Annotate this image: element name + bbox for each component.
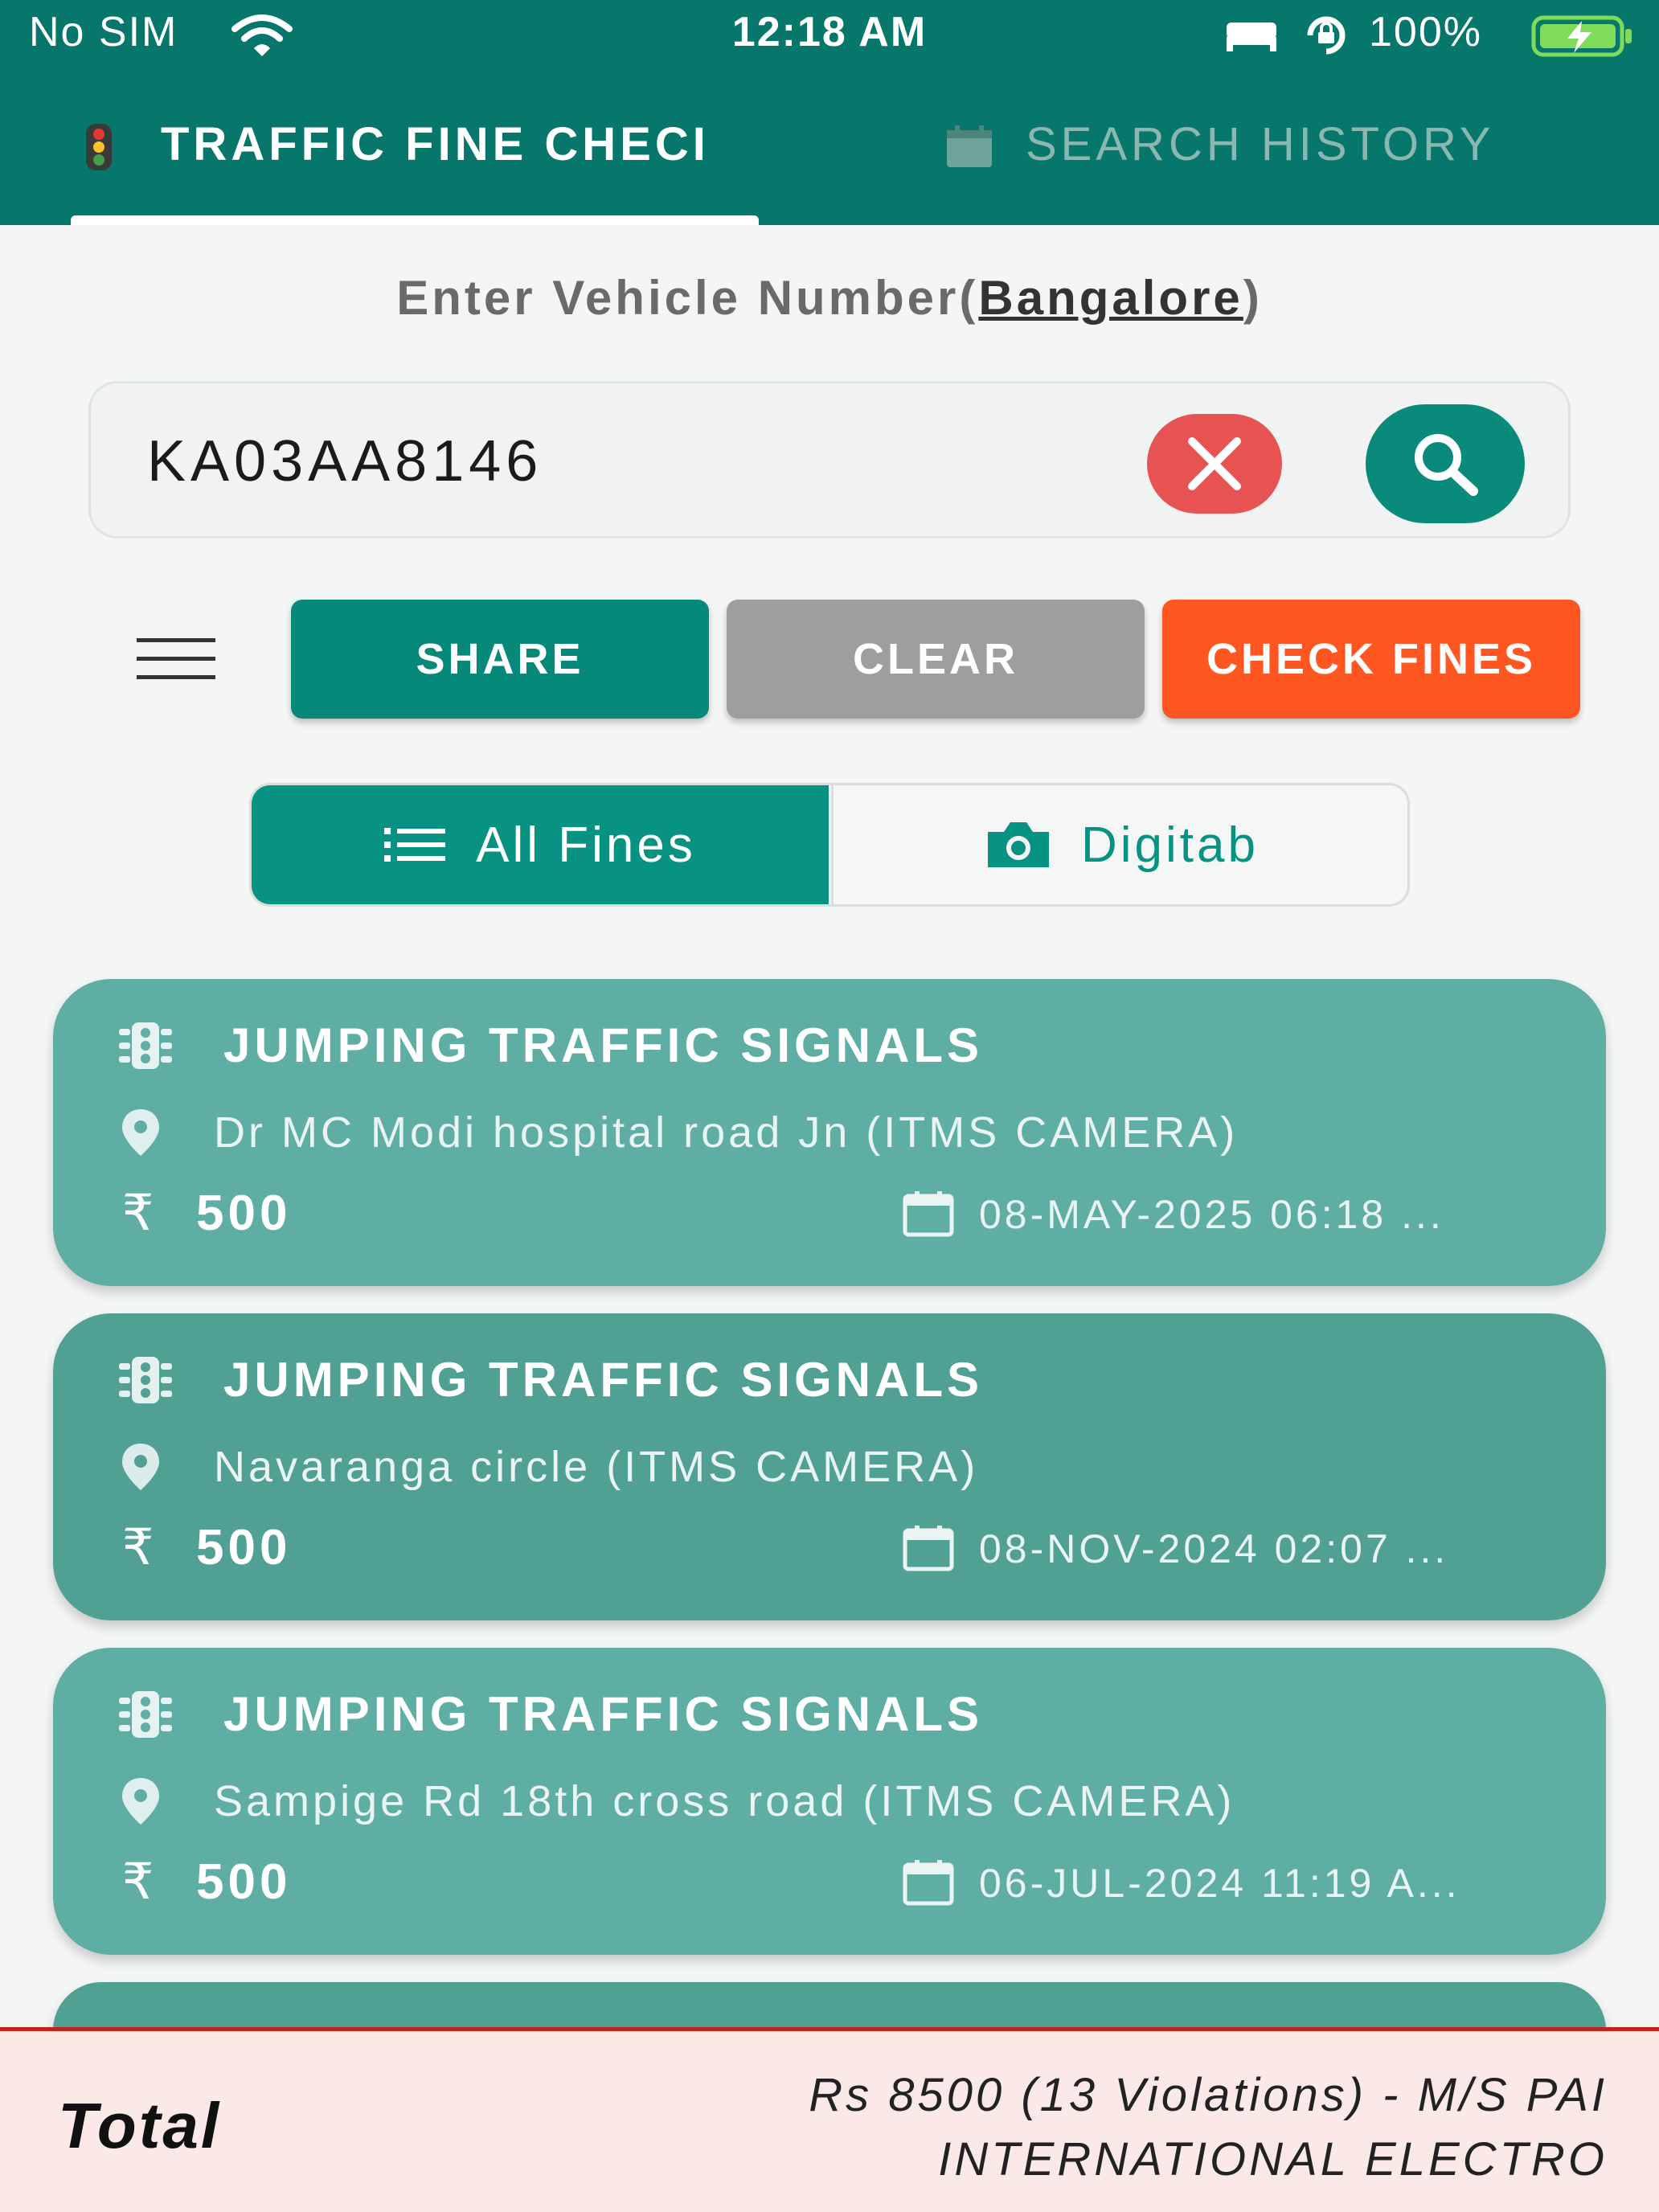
fine-card[interactable]: JUMPING TRAFFIC SIGNALS Dr MC Modi hospi… [53, 979, 1606, 1286]
fine-location: Dr MC Modi hospital road Jn (ITMS CAMERA… [214, 1108, 1239, 1157]
battery-percent: 100% [1369, 9, 1482, 55]
fine-card[interactable]: JUMPING TRAFFIC SIGNALS Sampige Rd 18th … [53, 1648, 1606, 1955]
location-pin-icon [122, 1109, 159, 1156]
fine-title: JUMPING TRAFFIC SIGNALS [223, 1018, 984, 1072]
share-button[interactable]: SHARE [291, 600, 709, 719]
fine-location: Navaranga circle (ITMS CAMERA) [214, 1443, 979, 1491]
fine-date: 08-MAY-2025 06:18 ... [979, 1192, 1444, 1237]
app-header: No SIM 12:18 AM 100% TRAFFIC FINE CHECI … [0, 0, 1659, 225]
fine-location: Sampige Rd 18th cross road (ITMS CAMERA) [214, 1777, 1235, 1825]
fine-title: JUMPING TRAFFIC SIGNALS [223, 1353, 984, 1407]
total-footer: Total Rs 8500 (13 Violations) - M/S PAI … [0, 2027, 1659, 2212]
rotation-lock-icon [1307, 16, 1346, 55]
vehicle-label-suffix: ) [1243, 271, 1263, 325]
close-icon [1188, 437, 1241, 490]
search-icon [1415, 434, 1478, 496]
vehicle-number-input[interactable] [145, 422, 1113, 501]
battery-charging-icon [1531, 15, 1632, 57]
location-pin-icon [122, 1778, 159, 1825]
fine-date: 08-NOV-2024 02:07 ... [979, 1526, 1449, 1571]
traffic-light-icon [119, 1691, 172, 1738]
check-fines-button[interactable]: CHECK FINES [1162, 600, 1580, 719]
calendar-icon [903, 1860, 954, 1906]
history-icon [947, 125, 992, 167]
vehicle-search-box [88, 381, 1571, 539]
search-button[interactable] [1366, 404, 1525, 523]
rupee-icon: ₹ [122, 1520, 154, 1575]
vehicle-label-prefix: Enter Vehicle Number( [396, 271, 979, 325]
fine-amount: 500 [196, 1854, 292, 1910]
segment-all-fines[interactable]: All Fines [252, 785, 829, 904]
traffic-light-icon [86, 124, 112, 170]
traffic-light-icon [119, 1357, 172, 1403]
segment-all-fines-label: All Fines [476, 817, 696, 873]
rupee-icon: ₹ [122, 1854, 154, 1910]
camera-icon [988, 822, 1049, 867]
fine-date: 06-JUL-2024 11:19 A... [979, 1861, 1460, 1906]
total-summary-line1: Rs 8500 (13 Violations) - M/S PAI [809, 2069, 1608, 2121]
list-icon [384, 828, 446, 862]
fine-title: JUMPING TRAFFIC SIGNALS [223, 1687, 984, 1741]
fine-card[interactable]: JUMPING TRAFFIC SIGNALS Navaranga circle… [53, 1313, 1606, 1620]
location-pin-icon [122, 1444, 159, 1490]
total-label: Total [58, 2090, 222, 2161]
tab-traffic-fine-check[interactable]: TRAFFIC FINE CHECI [71, 88, 759, 225]
segment-digitab-label: Digitab [1081, 817, 1259, 873]
fines-filter-segment: All Fines Digitab [249, 783, 1410, 907]
fine-amount: 500 [196, 1520, 292, 1575]
segment-digitab[interactable]: Digitab [831, 785, 1407, 904]
calendar-icon [903, 1191, 954, 1237]
menu-icon[interactable] [135, 635, 219, 683]
city-link[interactable]: Bangalore [978, 271, 1243, 325]
tab-bar: TRAFFIC FINE CHECI SEARCH HISTORY [0, 88, 1659, 225]
bed-icon [1227, 23, 1276, 51]
total-summary: Rs 8500 (13 Violations) - M/S PAI INTERN… [563, 2063, 1608, 2192]
rupee-icon: ₹ [122, 1186, 154, 1241]
vehicle-number-label: Enter Vehicle Number(Bangalore) [0, 270, 1659, 326]
calendar-icon [903, 1526, 954, 1571]
tab-search-history[interactable]: SEARCH HISTORY [932, 88, 1640, 225]
status-bar: No SIM 12:18 AM 100% [0, 0, 1659, 68]
tab-label-traffic-fine: TRAFFIC FINE CHECI [161, 118, 710, 170]
fine-amount: 500 [196, 1186, 292, 1241]
tab-label-search-history: SEARCH HISTORY [1026, 118, 1495, 170]
traffic-light-icon [119, 1022, 172, 1069]
clear-input-button[interactable] [1147, 414, 1282, 514]
total-summary-line2: INTERNATIONAL ELECTRO [938, 2133, 1608, 2185]
clear-button[interactable]: CLEAR [727, 600, 1145, 719]
active-tab-indicator [71, 215, 759, 225]
